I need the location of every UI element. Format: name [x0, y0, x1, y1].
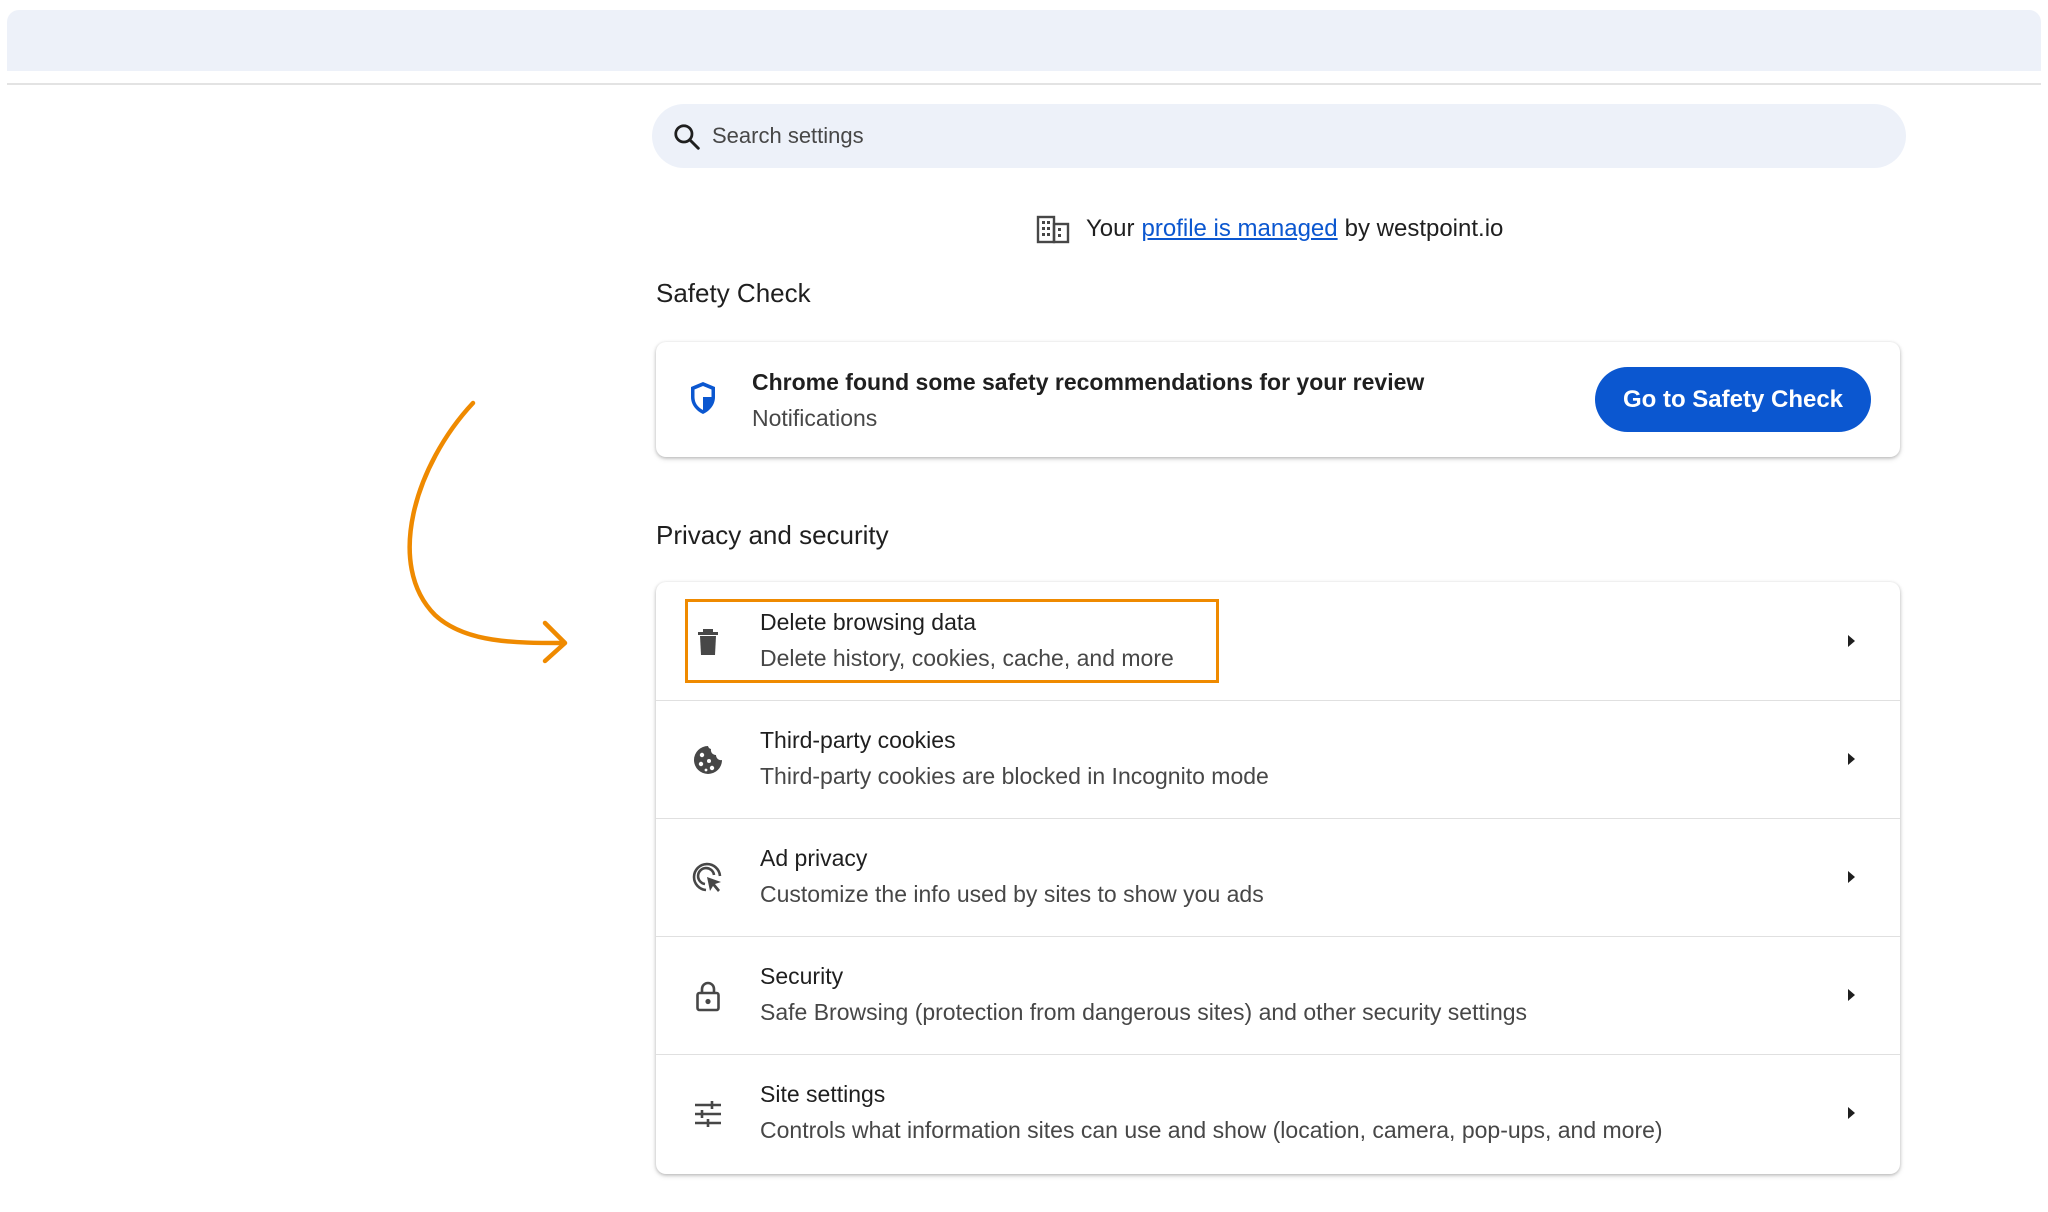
managed-prefix: Your [1086, 215, 1135, 242]
chevron-right-icon [1848, 635, 1855, 647]
row-title: Site settings [760, 1081, 886, 1107]
privacy-security-card: Delete browsing data Delete history, coo… [656, 582, 1900, 1174]
annotation-arrow-icon [407, 400, 568, 664]
building-icon [1036, 215, 1070, 244]
row-title: Ad privacy [760, 845, 868, 871]
row-ad-privacy[interactable]: Ad privacy Customize the info used by si… [656, 818, 1900, 936]
chevron-right-icon [1848, 1107, 1855, 1119]
settings-page: Your profile is managed by westpoint.io … [0, 0, 2048, 1212]
safety-check-card: Chrome found some safety recommendations… [656, 342, 1900, 457]
row-security[interactable]: Security Safe Browsing (protection from … [656, 936, 1900, 1054]
managed-suffix: by westpoint.io [1344, 215, 1504, 242]
chevron-right-icon [1848, 871, 1855, 883]
search-icon [674, 124, 700, 150]
go-to-safety-check-button[interactable]: Go to Safety Check [1595, 367, 1871, 432]
profile-managed-link[interactable]: profile is managed [1142, 215, 1338, 243]
row-title: Security [760, 963, 844, 989]
safety-check-subtitle: Notifications [752, 405, 878, 431]
top-bar-divider [7, 83, 2041, 85]
cookie-icon [694, 746, 722, 774]
search-bar[interactable] [652, 104, 1906, 168]
safety-check-title: Chrome found some safety recommendations… [752, 369, 1425, 395]
top-bar [7, 10, 2041, 71]
row-subtitle: Safe Browsing (protection from dangerous… [760, 999, 1528, 1025]
row-third-party-cookies[interactable]: Third-party cookies Third-party cookies … [656, 700, 1900, 818]
row-title: Delete browsing data [760, 609, 977, 635]
row-site-settings[interactable]: Site settings Controls what information … [656, 1054, 1900, 1172]
row-divider [656, 1054, 1900, 1055]
row-subtitle: Third-party cookies are blocked in Incog… [760, 763, 1269, 789]
row-divider [656, 936, 1900, 937]
shield-icon [691, 382, 715, 414]
chevron-right-icon [1848, 753, 1855, 765]
row-subtitle: Customize the info used by sites to show… [760, 881, 1264, 907]
chevron-right-icon [1848, 989, 1855, 1001]
privacy-security-heading: Privacy and security [656, 520, 889, 550]
lock-icon [696, 981, 720, 1012]
sliders-icon [695, 1101, 721, 1127]
safety-check-heading: Safety Check [656, 278, 811, 308]
row-delete-browsing-data[interactable]: Delete browsing data Delete history, coo… [656, 582, 1900, 700]
search-input[interactable] [712, 104, 1872, 168]
managed-notice: Your profile is managed by westpoint.io [1036, 212, 1503, 246]
row-subtitle: Delete history, cookies, cache, and more [760, 645, 1174, 671]
row-title: Third-party cookies [760, 727, 956, 753]
row-divider [656, 818, 1900, 819]
row-divider [656, 700, 1900, 701]
row-subtitle: Controls what information sites can use … [760, 1117, 1663, 1143]
ad-privacy-icon [692, 862, 722, 892]
trash-icon [698, 629, 718, 655]
